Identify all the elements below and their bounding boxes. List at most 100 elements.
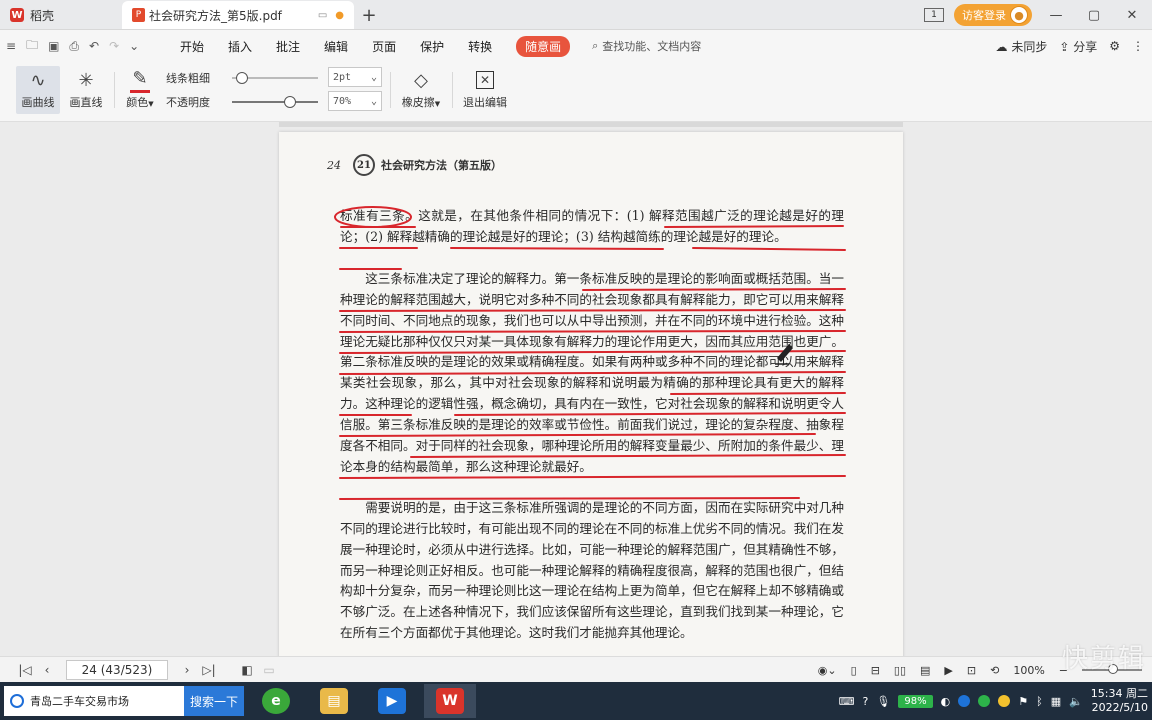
thickness-slider-knob[interactable] — [235, 72, 248, 84]
menu-page[interactable]: 页面 — [360, 30, 408, 62]
sidebar-toggle-icon[interactable]: ◧ — [236, 663, 258, 677]
opacity-select[interactable]: 70% ⌄ — [328, 91, 382, 111]
opacity-slider[interactable] — [232, 96, 318, 108]
toolbar-divider — [452, 72, 453, 108]
opacity-value: 70% — [333, 95, 352, 107]
ink-underline — [450, 247, 664, 250]
keyboard-icon[interactable]: ⌨ — [839, 695, 855, 708]
taskbar-search-text: 青岛二手车交易市场 — [30, 695, 129, 708]
close-button[interactable]: ✕ — [1118, 8, 1146, 23]
tab-document[interactable]: P 社会研究方法_第5版.pdf ▭ ● — [122, 1, 354, 29]
tab-home[interactable]: W 稻壳 — [0, 1, 122, 29]
toggle-icon[interactable]: ◐ — [941, 695, 951, 708]
avatar-icon: ● — [1010, 6, 1028, 24]
globe-browser-icon: e — [262, 688, 290, 714]
tab-window-icon[interactable]: ▭ — [318, 10, 327, 21]
chevron-down-icon: ⌄ — [370, 71, 377, 83]
more-options-icon[interactable]: ⋮ — [1132, 39, 1144, 53]
open-folder-icon[interactable]: 🗀 — [26, 36, 38, 57]
taskbar-app-browser[interactable]: e — [250, 684, 302, 718]
draw-line-tool[interactable]: ✳ 画直线 — [64, 66, 108, 114]
tray-app-icon[interactable] — [958, 695, 971, 707]
single-page-icon[interactable]: ▯ — [851, 664, 857, 677]
eraser-tool[interactable]: ◇ 橡皮擦▼ — [396, 66, 446, 114]
system-tray: ⌨ ? 🎙 98% ◐ ⚑ ᛒ ▦ 🔈 15:34 周二 2022/5/10 — [839, 682, 1152, 720]
clock-date: 2022/5/10 — [1091, 701, 1148, 714]
menu-comment[interactable]: 批注 — [264, 30, 312, 62]
panel-toggle-icon[interactable]: ▭ — [258, 663, 280, 677]
opacity-slider-knob[interactable] — [283, 96, 296, 108]
page-number: 24 — [327, 158, 341, 172]
color-picker[interactable]: ✎ 颜色▼ — [118, 66, 162, 114]
first-page-icon[interactable]: |◁ — [14, 663, 36, 677]
help-icon[interactable]: ? — [863, 695, 869, 708]
fit-width-icon[interactable]: ⊟ — [871, 664, 880, 677]
microphone-icon[interactable]: 🎙 — [876, 695, 890, 708]
previous-page-icon[interactable]: ‹ — [36, 663, 58, 677]
fit-page-icon[interactable]: ⊡ — [967, 664, 976, 677]
last-page-icon[interactable]: ▷| — [198, 663, 220, 677]
network-icon[interactable]: ▦ — [1051, 695, 1061, 708]
draw-curve-tool[interactable]: ∿ 画曲线 — [16, 66, 60, 114]
quick-access-toolbar: ≡ 🗀 ▣ ⎙ ↶ ↷ ⌄ — [0, 36, 168, 57]
unsaved-dot-icon: ● — [335, 9, 344, 21]
menu-start[interactable]: 开始 — [168, 30, 216, 62]
two-page-icon[interactable]: ▯▯ — [894, 664, 906, 677]
taskbar-app-wps[interactable]: W — [424, 684, 476, 718]
page-number-input[interactable]: 24 (43/523) — [66, 659, 168, 680]
rotate-icon[interactable]: ⟲ — [990, 664, 999, 677]
save-icon[interactable]: ▣ — [48, 39, 59, 53]
pdf-page[interactable]: 24 21 社会研究方法（第五版） 标准有三条。这就是，在其他条件相同的情况下：… — [279, 132, 903, 656]
share-button[interactable]: ⇪ 分享 — [1059, 38, 1097, 55]
document-viewport[interactable]: 24 21 社会研究方法（第五版） 标准有三条。这就是，在其他条件相同的情况下：… — [0, 122, 1152, 656]
volume-icon[interactable]: 🔈 — [1069, 695, 1083, 708]
print-icon[interactable]: ⎙ — [69, 39, 79, 54]
redo-icon[interactable]: ↷ — [109, 39, 119, 53]
exit-edit-button[interactable]: ✕ 退出编辑 — [460, 66, 510, 114]
sync-status[interactable]: ☁ 未同步 — [995, 38, 1047, 55]
new-tab-button[interactable]: + — [354, 1, 384, 29]
restore-button[interactable]: ▢ — [1080, 8, 1108, 23]
menu-freehand[interactable]: 随意画 — [504, 30, 582, 62]
next-page-icon[interactable]: › — [176, 663, 198, 677]
flag-icon[interactable]: ⚑ — [1018, 695, 1028, 708]
menu-convert[interactable]: 转换 — [456, 30, 504, 62]
book-view-icon[interactable]: ▤ — [920, 664, 930, 677]
system-clock[interactable]: 15:34 周二 2022/5/10 — [1091, 687, 1148, 715]
menu-icon[interactable]: ≡ — [6, 39, 16, 53]
thickness-select[interactable]: 2pt ⌄ — [328, 67, 382, 87]
taskbar-app-recorder[interactable]: ▶ — [366, 684, 418, 718]
tab-home-label: 稻壳 — [30, 8, 55, 23]
battery-indicator[interactable]: 98% — [898, 694, 933, 708]
page-header: 24 21 社会研究方法（第五版） — [327, 154, 502, 176]
taskbar-search-button[interactable]: 搜索一下 — [184, 686, 244, 716]
ink-toolbar: ∿ 画曲线 ✳ 画直线 ✎ 颜色▼ 线条粗细 不透明度 2pt ⌄ 70% ⌄ … — [0, 62, 1152, 122]
line-spark-icon: ✳ — [78, 69, 94, 91]
menu-insert[interactable]: 插入 — [216, 30, 264, 62]
opacity-label: 不透明度 — [166, 96, 210, 109]
taskbar-app-explorer[interactable]: ▤ — [308, 684, 360, 718]
eye-protection-icon[interactable]: ◉⌄ — [818, 664, 837, 677]
taskbar-search-box[interactable]: 青岛二手车交易市场 — [4, 686, 184, 716]
minimize-button[interactable]: — — [1042, 8, 1070, 23]
menu-edit[interactable]: 编辑 — [312, 30, 360, 62]
clock-time: 15:34 周二 — [1090, 687, 1148, 700]
bluetooth-icon[interactable]: ᛒ — [1036, 695, 1043, 708]
status-bar: |◁ ‹ 24 (43/523) › ▷| ◧ ▭ ◉⌄ ▯ ⊟ ▯▯ ▤ ▶ … — [0, 656, 1152, 682]
thickness-slider[interactable] — [232, 72, 318, 84]
menu-protect[interactable]: 保护 — [408, 30, 456, 62]
zoom-value[interactable]: 100% — [1013, 664, 1044, 677]
os-taskbar: 青岛二手车交易市场 搜索一下 e ▤ ▶ W ⌨ ? 🎙 98% ◐ ⚑ ᛒ ▦… — [0, 682, 1152, 720]
play-icon[interactable]: ▶ — [944, 664, 952, 677]
tray-shield-icon[interactable] — [998, 695, 1011, 707]
thickness-value: 2pt — [333, 71, 352, 83]
more-dropdown-icon[interactable]: ⌄ — [129, 39, 139, 53]
tray-security-icon[interactable] — [978, 695, 991, 707]
cloud-icon: ☁ — [995, 39, 1008, 54]
dropdown-icon: ▼ — [434, 100, 441, 108]
visitor-login-button[interactable]: 访客登录 ● — [954, 4, 1032, 26]
window-count-badge[interactable]: 1 — [924, 8, 944, 22]
feature-search[interactable]: ⌕ 查找功能、文档内容 — [592, 38, 701, 54]
undo-icon[interactable]: ↶ — [89, 39, 99, 53]
settings-icon[interactable]: ⚙ — [1109, 39, 1120, 53]
